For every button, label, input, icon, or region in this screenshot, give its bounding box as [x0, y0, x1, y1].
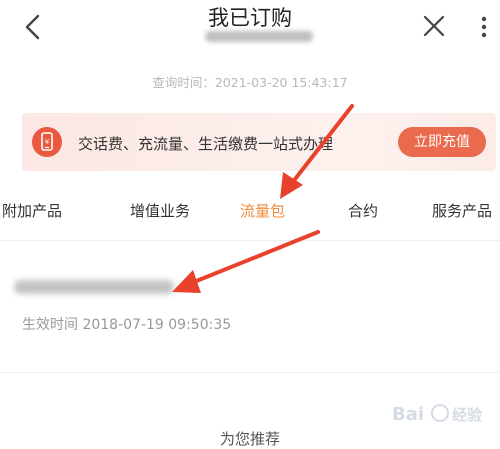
- masked-package-name: [14, 280, 174, 294]
- baidu-jingyan-watermark: Bai 经验: [392, 404, 483, 425]
- close-icon: [423, 15, 445, 37]
- svg-text:经验: 经验: [452, 406, 483, 424]
- tab-add-on-products[interactable]: 附加产品: [2, 200, 62, 221]
- more-button[interactable]: [476, 8, 492, 44]
- more-vertical-icon: [481, 16, 487, 38]
- tab-value-added-services[interactable]: 增值业务: [130, 200, 190, 221]
- tab-contract[interactable]: 合约: [348, 200, 378, 221]
- query-time: 查询时间：2021-03-20 15:43:17: [152, 75, 348, 90]
- masked-phone-number: [205, 31, 313, 42]
- tab-service-products[interactable]: 服务产品: [432, 200, 492, 221]
- effective-time: 生效时间 2018-07-19 09:50:35: [22, 317, 232, 333]
- phone-bill-icon: ¥: [32, 127, 62, 157]
- banner-text: 交话费、充流量、生活缴费一站式办理: [78, 135, 334, 153]
- svg-text:Bai: Bai: [392, 404, 424, 425]
- tabs-divider: [0, 240, 500, 241]
- content-divider: [0, 372, 500, 373]
- arrow-to-item: [172, 230, 320, 293]
- svg-text:¥: ¥: [45, 138, 50, 146]
- tab-data-package[interactable]: 流量包: [240, 200, 285, 221]
- close-button[interactable]: [418, 8, 450, 44]
- recharge-now-button[interactable]: 立即充值: [398, 127, 486, 157]
